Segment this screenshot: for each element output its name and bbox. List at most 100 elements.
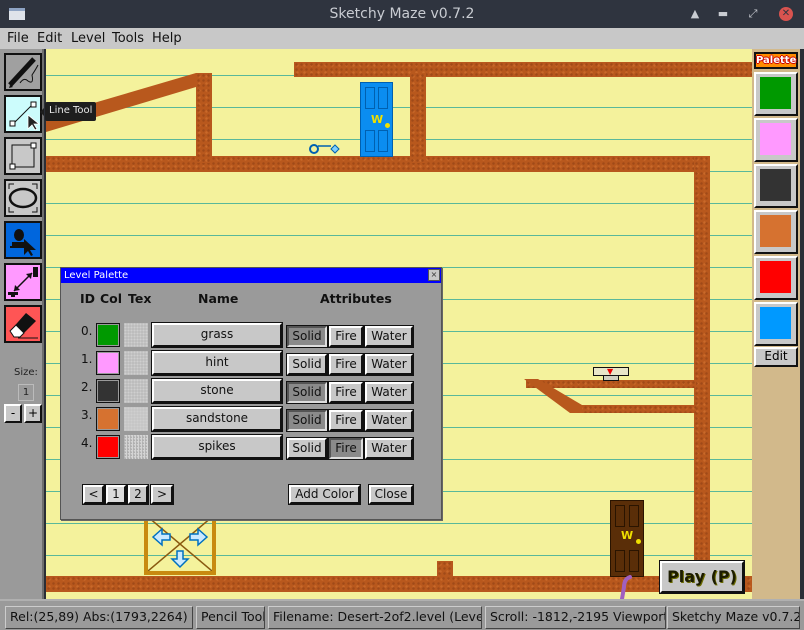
fire-toggle[interactable]: Fire — [328, 381, 364, 404]
dialog-title-bar[interactable]: Level Palette × — [61, 268, 441, 283]
palette-edit-button[interactable]: Edit — [754, 347, 798, 367]
row-texture[interactable] — [124, 407, 148, 431]
header-tex: Tex — [128, 291, 152, 306]
shade-button[interactable]: ▲ — [688, 7, 702, 21]
size-label: Size: — [14, 367, 38, 378]
fire-toggle[interactable]: Fire — [328, 353, 364, 376]
water-toggle[interactable]: Water — [364, 437, 414, 460]
maximize-button[interactable]: ⤢ — [746, 7, 760, 21]
row-id: 1. — [81, 352, 93, 366]
row-name-button[interactable]: sandstone — [151, 406, 283, 432]
size-increase-button[interactable]: + — [24, 404, 42, 423]
rectangle-tool-button[interactable] — [4, 137, 42, 175]
palette-swatch-hint[interactable] — [754, 118, 798, 162]
row-name-button[interactable]: stone — [151, 378, 283, 404]
wall-floor-bump — [437, 561, 453, 577]
row-name-button[interactable]: hint — [151, 350, 283, 376]
fire-toggle[interactable]: Fire — [328, 409, 364, 432]
page-prev-button[interactable]: < — [82, 484, 105, 505]
water-toggle[interactable]: Water — [364, 353, 414, 376]
swatch-fill — [760, 77, 791, 109]
dialog-title: Level Palette — [64, 270, 129, 281]
row-color-swatch[interactable] — [96, 407, 120, 431]
row-id: 2. — [81, 380, 93, 394]
dialog-close-button[interactable]: Close — [368, 484, 414, 505]
fire-toggle[interactable]: Fire — [328, 437, 364, 460]
status-version: Sketchy Maze v0.7.2 — [667, 606, 800, 629]
palette-swatch-grass[interactable] — [754, 72, 798, 116]
wall-post-mid — [410, 73, 426, 163]
row-color-swatch[interactable] — [96, 379, 120, 403]
swatch-fill — [760, 261, 791, 293]
level-palette-dialog: Level Palette × ID Col Tex Name Attribut… — [60, 267, 442, 520]
row-texture[interactable] — [124, 379, 148, 403]
page-next-button[interactable]: > — [150, 484, 174, 505]
pencil-icon — [8, 57, 39, 88]
add-color-button[interactable]: Add Color — [288, 484, 361, 505]
blue-door[interactable]: W — [360, 82, 393, 157]
palette-swatch-stone[interactable] — [754, 164, 798, 208]
row-id: 4. — [81, 436, 93, 450]
menu-help[interactable]: Help — [152, 31, 182, 46]
water-toggle[interactable]: Water — [364, 409, 414, 432]
row-name-button[interactable]: grass — [151, 322, 283, 348]
row-texture[interactable] — [124, 323, 148, 347]
menu-bar: File Edit Level Tools Help — [0, 28, 804, 49]
link-tool-button[interactable] — [4, 263, 42, 301]
exit-door[interactable]: W — [610, 500, 644, 577]
solid-toggle[interactable]: Solid — [286, 325, 328, 348]
wall-right-pillar — [694, 156, 710, 576]
minimize-button[interactable]: ▬ — [716, 7, 730, 21]
header-col: Col — [100, 291, 123, 306]
row-name-button[interactable]: spikes — [151, 434, 283, 460]
wall-top-right — [294, 62, 752, 77]
status-filename: Filename: Desert-2of2.level (Level) — [268, 606, 482, 629]
pencil-tool-button[interactable] — [4, 53, 42, 91]
worm-actor[interactable] — [616, 575, 636, 599]
menu-tools[interactable]: Tools — [112, 31, 144, 46]
dialog-close-icon[interactable]: × — [428, 269, 440, 281]
color-fill — [98, 353, 118, 373]
line-tool-button[interactable] — [4, 95, 42, 133]
solid-toggle[interactable]: Solid — [286, 437, 328, 460]
color-fill — [98, 409, 118, 429]
status-current-tool: Pencil Tool — [196, 606, 265, 629]
window-title: Sketchy Maze v0.7.2 — [329, 6, 475, 22]
eraser-icon — [9, 313, 38, 339]
wall-floor — [46, 576, 752, 592]
palette-swatch-spikes[interactable] — [754, 256, 798, 300]
row-texture[interactable] — [124, 435, 148, 459]
toolbox: Size: 1 - + — [0, 49, 44, 599]
swatch-fill — [760, 169, 791, 201]
rectangle-icon — [9, 142, 37, 170]
swatch-fill — [760, 215, 791, 247]
color-fill — [98, 381, 118, 401]
palette-swatch-water[interactable] — [754, 302, 798, 346]
actor-tool-button[interactable] — [4, 221, 42, 259]
menu-level[interactable]: Level — [71, 31, 105, 46]
size-decrease-button[interactable]: - — [4, 404, 22, 423]
page-1-button[interactable]: 1 — [105, 484, 127, 505]
solid-toggle[interactable]: Solid — [286, 381, 328, 404]
blue-key[interactable] — [308, 142, 340, 156]
water-toggle[interactable]: Water — [364, 325, 414, 348]
color-fill — [98, 325, 118, 345]
play-button[interactable]: Play (P) — [659, 560, 745, 594]
start-flag[interactable] — [144, 517, 216, 575]
close-button[interactable]: ✕ — [779, 7, 793, 21]
swatch-fill — [760, 307, 791, 339]
ellipse-tool-button[interactable] — [4, 179, 42, 217]
row-color-swatch[interactable] — [96, 323, 120, 347]
menu-file[interactable]: File — [7, 31, 29, 46]
menu-edit[interactable]: Edit — [37, 31, 62, 46]
row-texture[interactable] — [124, 351, 148, 375]
palette-swatch-sandstone[interactable] — [754, 210, 798, 254]
solid-toggle[interactable]: Solid — [286, 409, 328, 432]
water-toggle[interactable]: Water — [364, 381, 414, 404]
solid-toggle[interactable]: Solid — [286, 353, 328, 376]
fire-toggle[interactable]: Fire — [328, 325, 364, 348]
page-2-button[interactable]: 2 — [127, 484, 149, 505]
eraser-tool-button[interactable] — [4, 305, 42, 343]
row-color-swatch[interactable] — [96, 351, 120, 375]
row-color-swatch[interactable] — [96, 435, 120, 459]
